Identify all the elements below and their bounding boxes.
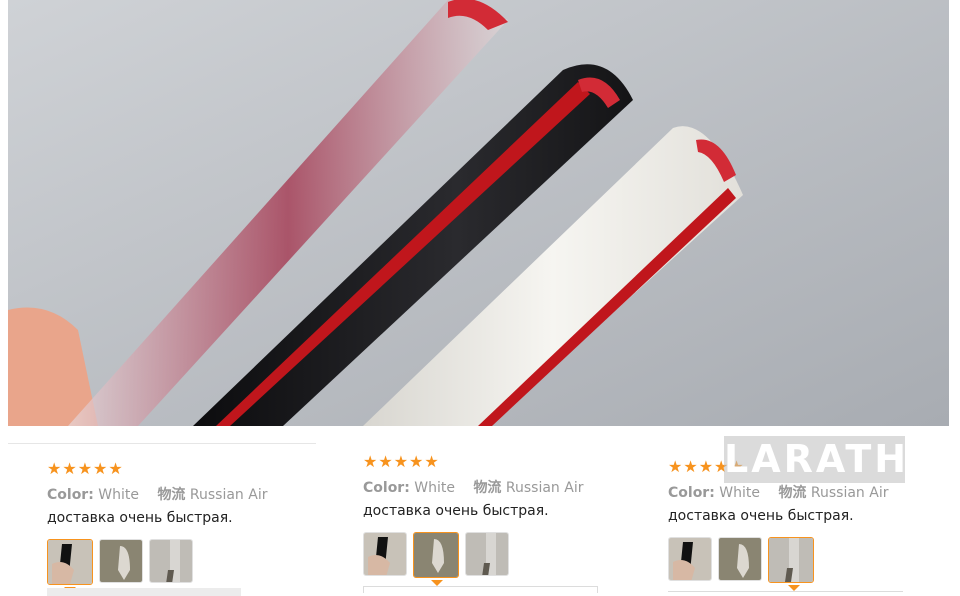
star-icon: ★ [62,459,77,478]
star-icon: ★ [424,452,439,471]
star-icon: ★ [393,452,409,471]
review-meta: Color: White 物流 Russian Air [47,484,267,504]
shipping-value: Russian Air [505,480,584,496]
shipping-value: Russian Air [189,487,268,503]
enlarged-preview-frame [363,586,598,593]
thumbnail-hand-black-strip[interactable] [668,537,712,581]
review-thumbnails [47,539,193,585]
star-icon: ★ [683,457,698,476]
watermark-logo: LARATH [724,436,910,483]
rating-stars: ★ ★ ★ ★ ★ [363,454,439,470]
thumbnail-car-door[interactable] [413,532,459,578]
star-icon: ★ [47,459,62,478]
review-thumbnails [668,537,814,583]
star-icon: ★ [363,452,378,471]
review-thumbnails [363,532,509,578]
shipping-label: 物流 [157,487,186,503]
thumbnail-hand-black-strip[interactable] [47,539,93,585]
rating-stars: ★ ★ ★ ★ ★ [47,461,123,477]
shipping-label: 物流 [473,480,502,496]
star-icon: ★ [698,457,714,476]
color-label: Color: [668,485,715,501]
thumbnail-door-edge[interactable] [465,532,509,576]
star-icon: ★ [668,457,683,476]
star-icon: ★ [378,452,393,471]
shipping-label: 物流 [778,485,807,501]
color-label: Color: [363,480,410,496]
edge-trim-strips-illustration [8,0,949,426]
color-label: Color: [47,487,94,503]
thumbnail-car-door[interactable] [99,539,143,583]
review-meta: Color: White 物流 Russian Air [668,482,888,502]
review-meta: Color: White 物流 Russian Air [363,477,583,497]
review-text: доставка очень быстрая. [363,503,549,519]
star-icon: ★ [93,459,108,478]
color-value: White [414,480,455,496]
star-icon: ★ [409,452,424,471]
thumbnail-car-door[interactable] [718,537,762,581]
product-photo [8,0,949,426]
divider [8,443,316,444]
color-value: White [98,487,139,503]
thumbnail-hand-black-strip[interactable] [363,532,407,576]
enlarged-preview-bar [47,588,241,596]
thumbnail-door-edge[interactable] [768,537,814,583]
star-icon: ★ [108,459,123,478]
shipping-value: Russian Air [810,485,889,501]
review-text: доставка очень быстрая. [668,508,854,524]
star-icon: ★ [77,459,93,478]
thumbnail-door-edge[interactable] [149,539,193,583]
color-value: White [719,485,760,501]
review-text: доставка очень быстрая. [47,510,233,526]
